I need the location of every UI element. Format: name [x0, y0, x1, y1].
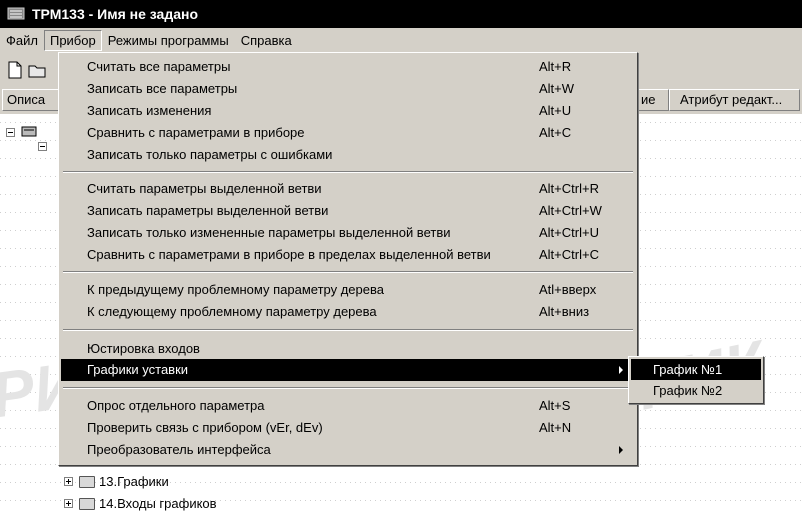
expand-icon[interactable]	[64, 477, 73, 486]
menu-item-compare-branch[interactable]: Сравнить с параметрами в приборе в преде…	[61, 244, 635, 266]
menu-bar: Файл Прибор Режимы программы Справка	[0, 28, 802, 53]
menu-item-next-problem[interactable]: К следующему проблемному параметру дерев…	[61, 301, 635, 323]
menu-file[interactable]: Файл	[0, 30, 44, 51]
tree-item-graphs[interactable]: 13.Графики	[64, 474, 169, 489]
menu-item-write-branch[interactable]: Записать параметры выделенной ветви Alt+C…	[61, 200, 635, 222]
menu-item-write-all[interactable]: Записать все параметры Alt+W	[61, 78, 635, 100]
folder-icon	[79, 497, 95, 510]
collapse-icon[interactable]	[6, 128, 15, 137]
column-edit-attribute[interactable]: Атрибут редакт...	[669, 89, 800, 111]
menu-separator	[63, 171, 633, 173]
folder-icon	[79, 475, 95, 488]
menu-item-setpoint-graphs[interactable]: Графики уставки	[61, 359, 635, 381]
collapse-icon[interactable]	[38, 142, 47, 151]
submenu-arrow-icon	[619, 366, 623, 374]
menu-separator	[63, 329, 633, 331]
menu-device[interactable]: Прибор	[43, 29, 102, 51]
app-icon	[6, 5, 28, 23]
menu-item-write-changed-branch[interactable]: Записать только измененные параметры выд…	[61, 222, 635, 244]
menu-item-compare[interactable]: Сравнить с параметрами в приборе Alt+C	[61, 122, 635, 144]
column-value[interactable]: ие	[636, 89, 669, 111]
new-document-icon[interactable]	[4, 59, 26, 81]
menu-program-modes[interactable]: Режимы программы	[102, 30, 235, 51]
expand-icon[interactable]	[64, 499, 73, 508]
menu-item-interface-converter[interactable]: Преобразователь интерфейса	[61, 439, 635, 461]
title-bar: ТРМ133 - Имя не задано	[0, 0, 802, 28]
open-folder-icon[interactable]	[26, 59, 48, 81]
menu-separator	[63, 271, 633, 273]
menu-separator	[63, 387, 633, 389]
submenu-item-graph-2[interactable]: График №2	[631, 380, 761, 401]
device-menu: Считать все параметры Alt+R Записать все …	[58, 52, 638, 466]
submenu-item-graph-1[interactable]: График №1	[631, 359, 761, 380]
menu-item-input-calibration[interactable]: Юстировка входов	[61, 338, 635, 360]
menu-item-read-branch[interactable]: Считать параметры выделенной ветви Alt+Ct…	[61, 178, 635, 200]
menu-item-write-changes[interactable]: Записать изменения Alt+U	[61, 100, 635, 122]
column-description[interactable]: Описа	[2, 89, 62, 111]
tree-root[interactable]	[6, 124, 39, 141]
menu-item-prev-problem[interactable]: К предыдущему проблемному параметру дере…	[61, 279, 635, 301]
menu-item-poll-parameter[interactable]: Опрос отдельного параметра Alt+S	[61, 395, 635, 417]
tree-item-label: 14.Входы графиков	[99, 496, 217, 511]
tree-item-graph-inputs[interactable]: 14.Входы графиков	[64, 496, 217, 511]
window-title: ТРМ133 - Имя не задано	[32, 6, 199, 22]
tree-item-label: 13.Графики	[99, 474, 169, 489]
graphs-submenu: График №1 График №2	[628, 356, 764, 404]
tree-node-expanded[interactable]	[38, 142, 47, 151]
device-icon	[21, 124, 39, 141]
submenu-arrow-icon	[619, 446, 623, 454]
menu-item-read-all[interactable]: Считать все параметры Alt+R	[61, 56, 635, 78]
menu-help[interactable]: Справка	[235, 30, 298, 51]
menu-item-check-connection[interactable]: Проверить связь с прибором (vEr, dEv) Alt…	[61, 417, 635, 439]
menu-item-write-errors[interactable]: Записать только параметры с ошибками	[61, 144, 635, 166]
